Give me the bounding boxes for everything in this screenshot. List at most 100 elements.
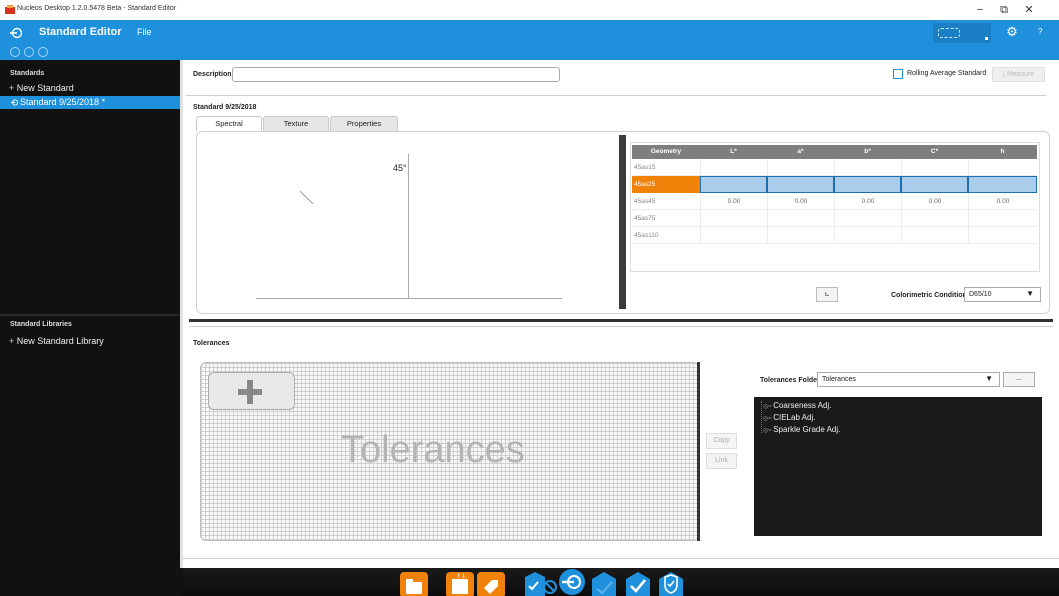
check-cancel-icon[interactable] xyxy=(523,571,559,596)
value-cell[interactable]: 0.00 xyxy=(901,193,968,210)
angle-label: 45° xyxy=(393,163,407,173)
plus-icon: + xyxy=(9,83,17,93)
value-cell[interactable] xyxy=(767,176,834,193)
new-library-item[interactable]: + New Standard Library xyxy=(9,336,104,346)
tree-item-cielab[interactable]: ◎≈ CIELab Adj. xyxy=(763,413,815,422)
add-tolerance-button[interactable] xyxy=(208,372,295,410)
table-row[interactable]: 45as45 0.00 0.00 0.00 0.00 0.00 xyxy=(632,193,1037,210)
value-cell[interactable] xyxy=(968,159,1037,176)
value-cell[interactable] xyxy=(700,176,767,193)
col-l[interactable]: L* xyxy=(700,145,767,159)
new-standard-label: New Standard xyxy=(16,83,74,93)
col-c[interactable]: C* xyxy=(901,145,968,159)
plus-icon xyxy=(238,380,262,404)
value-cell[interactable] xyxy=(767,227,834,244)
window-title: Nucleos Desktop 1.2.0.5478 Beta - Standa… xyxy=(17,5,177,12)
tolerances-folder-value: Tolerances xyxy=(822,376,856,383)
colorimetric-select[interactable]: D65/10 ▼ xyxy=(964,287,1041,302)
rolling-average-label: Rolling Average Standard xyxy=(907,70,987,77)
toolbar-strip xyxy=(0,45,1059,60)
geometry-cell: 45as75 xyxy=(634,215,656,222)
file-menu[interactable]: File xyxy=(137,27,152,37)
tolerances-folder-select[interactable]: Tolerances ▼ xyxy=(817,372,1000,387)
standards-section-title: Standards xyxy=(10,70,45,77)
value-cell[interactable] xyxy=(834,159,901,176)
col-b[interactable]: b* xyxy=(834,145,901,159)
value-cell[interactable] xyxy=(767,210,834,227)
settings-gear-icon[interactable]: ⚙ xyxy=(1004,24,1020,40)
description-input[interactable] xyxy=(232,67,560,82)
col-geometry[interactable]: Geometry xyxy=(632,145,700,159)
tolerance-drop-area[interactable]: Tolerances xyxy=(200,362,699,541)
geometry-cell: 45as15 xyxy=(634,164,656,171)
browse-folder-button[interactable]: ... xyxy=(1003,372,1035,387)
table-row[interactable]: 45as15 xyxy=(632,159,1037,176)
measure-button[interactable]: ⤓ Measure xyxy=(992,67,1045,82)
link-button[interactable]: Link xyxy=(706,453,737,469)
folder-icon[interactable] xyxy=(399,570,429,596)
tolerance-icon: ◎≈ xyxy=(763,404,774,410)
value-cell[interactable] xyxy=(968,227,1037,244)
check-icon[interactable] xyxy=(624,571,652,596)
tree-item-coarseness[interactable]: ◎≈ Coarseness Adj. xyxy=(763,401,831,410)
tab-texture[interactable]: Texture xyxy=(263,116,329,131)
value-cell[interactable] xyxy=(901,210,968,227)
divider xyxy=(189,326,1053,327)
tab-properties[interactable]: Properties xyxy=(330,116,398,131)
chart-options-button[interactable]: ⊾ xyxy=(816,287,838,302)
restore-button[interactable]: ⧉ xyxy=(993,2,1015,18)
table-row[interactable]: 45as25 xyxy=(632,176,1037,193)
table-row[interactable]: 45as75 xyxy=(632,210,1037,227)
value-cell[interactable] xyxy=(834,176,901,193)
value-cell[interactable] xyxy=(901,227,968,244)
verified-shield-icon[interactable] xyxy=(657,571,685,596)
minimize-button[interactable]: − xyxy=(969,2,991,18)
shield-check-icon[interactable] xyxy=(590,571,620,596)
geometry-table-header: Geometry L* a* b* C* h xyxy=(632,145,1037,159)
colorimetric-value: D65/10 xyxy=(969,291,992,298)
plot-y-axis xyxy=(408,154,409,298)
value-cell[interactable] xyxy=(767,159,834,176)
value-cell[interactable] xyxy=(968,176,1037,193)
app-dock: ↑↓ xyxy=(0,568,1059,596)
splitter[interactable] xyxy=(180,60,183,568)
value-cell[interactable] xyxy=(700,159,767,176)
value-cell[interactable] xyxy=(901,159,968,176)
value-cell[interactable] xyxy=(901,176,968,193)
tree-item-sparkle[interactable]: ◎≈ Sparkle Grade Adj. xyxy=(763,425,840,434)
standard-list-item-selected[interactable]: Standard 9/25/2018 * xyxy=(0,96,180,109)
close-button[interactable]: ✕ xyxy=(1018,2,1040,18)
value-cell[interactable] xyxy=(700,227,767,244)
geometry-cell: 45as25 xyxy=(632,176,700,193)
window-title-bar: Nucleos Desktop 1.2.0.5478 Beta - Standa… xyxy=(0,0,1059,20)
panel-splitter[interactable] xyxy=(619,135,626,309)
copy-button[interactable]: Copy xyxy=(706,433,737,449)
col-a[interactable]: a* xyxy=(767,145,834,159)
table-row[interactable]: 45as110 xyxy=(632,227,1037,244)
value-cell[interactable]: 0.00 xyxy=(968,193,1037,210)
value-cell[interactable]: 0.00 xyxy=(834,193,901,210)
tab-spectral[interactable]: Spectral xyxy=(196,116,262,131)
help-button[interactable]: ? xyxy=(1038,27,1042,36)
value-cell[interactable] xyxy=(700,210,767,227)
save-icon[interactable]: ↑↓ xyxy=(445,570,475,596)
value-cell[interactable]: 0.00 xyxy=(767,193,834,210)
value-cell[interactable]: 0.00 xyxy=(700,193,767,210)
tag-icon[interactable] xyxy=(476,570,506,596)
nav-home-icon[interactable] xyxy=(38,47,48,57)
measure-label: Measure xyxy=(1007,71,1035,78)
tolerances-heading: Tolerances xyxy=(193,340,230,347)
instrument-status[interactable] xyxy=(933,23,991,43)
rolling-average-checkbox[interactable] xyxy=(893,69,903,79)
value-cell[interactable] xyxy=(834,210,901,227)
value-cell[interactable] xyxy=(968,210,1037,227)
new-standard-item[interactable]: + New Standard xyxy=(9,83,74,93)
col-h[interactable]: h xyxy=(968,145,1037,159)
tree-item-label: Sparkle Grade Adj. xyxy=(773,425,841,434)
nav-forward-icon[interactable] xyxy=(24,47,34,57)
nav-back-icon[interactable] xyxy=(10,47,20,57)
standard-editor-icon[interactable] xyxy=(556,568,588,596)
tolerance-icon: ◎≈ xyxy=(763,416,774,422)
value-cell[interactable] xyxy=(834,227,901,244)
tolerances-watermark: Tolerances xyxy=(341,429,525,471)
